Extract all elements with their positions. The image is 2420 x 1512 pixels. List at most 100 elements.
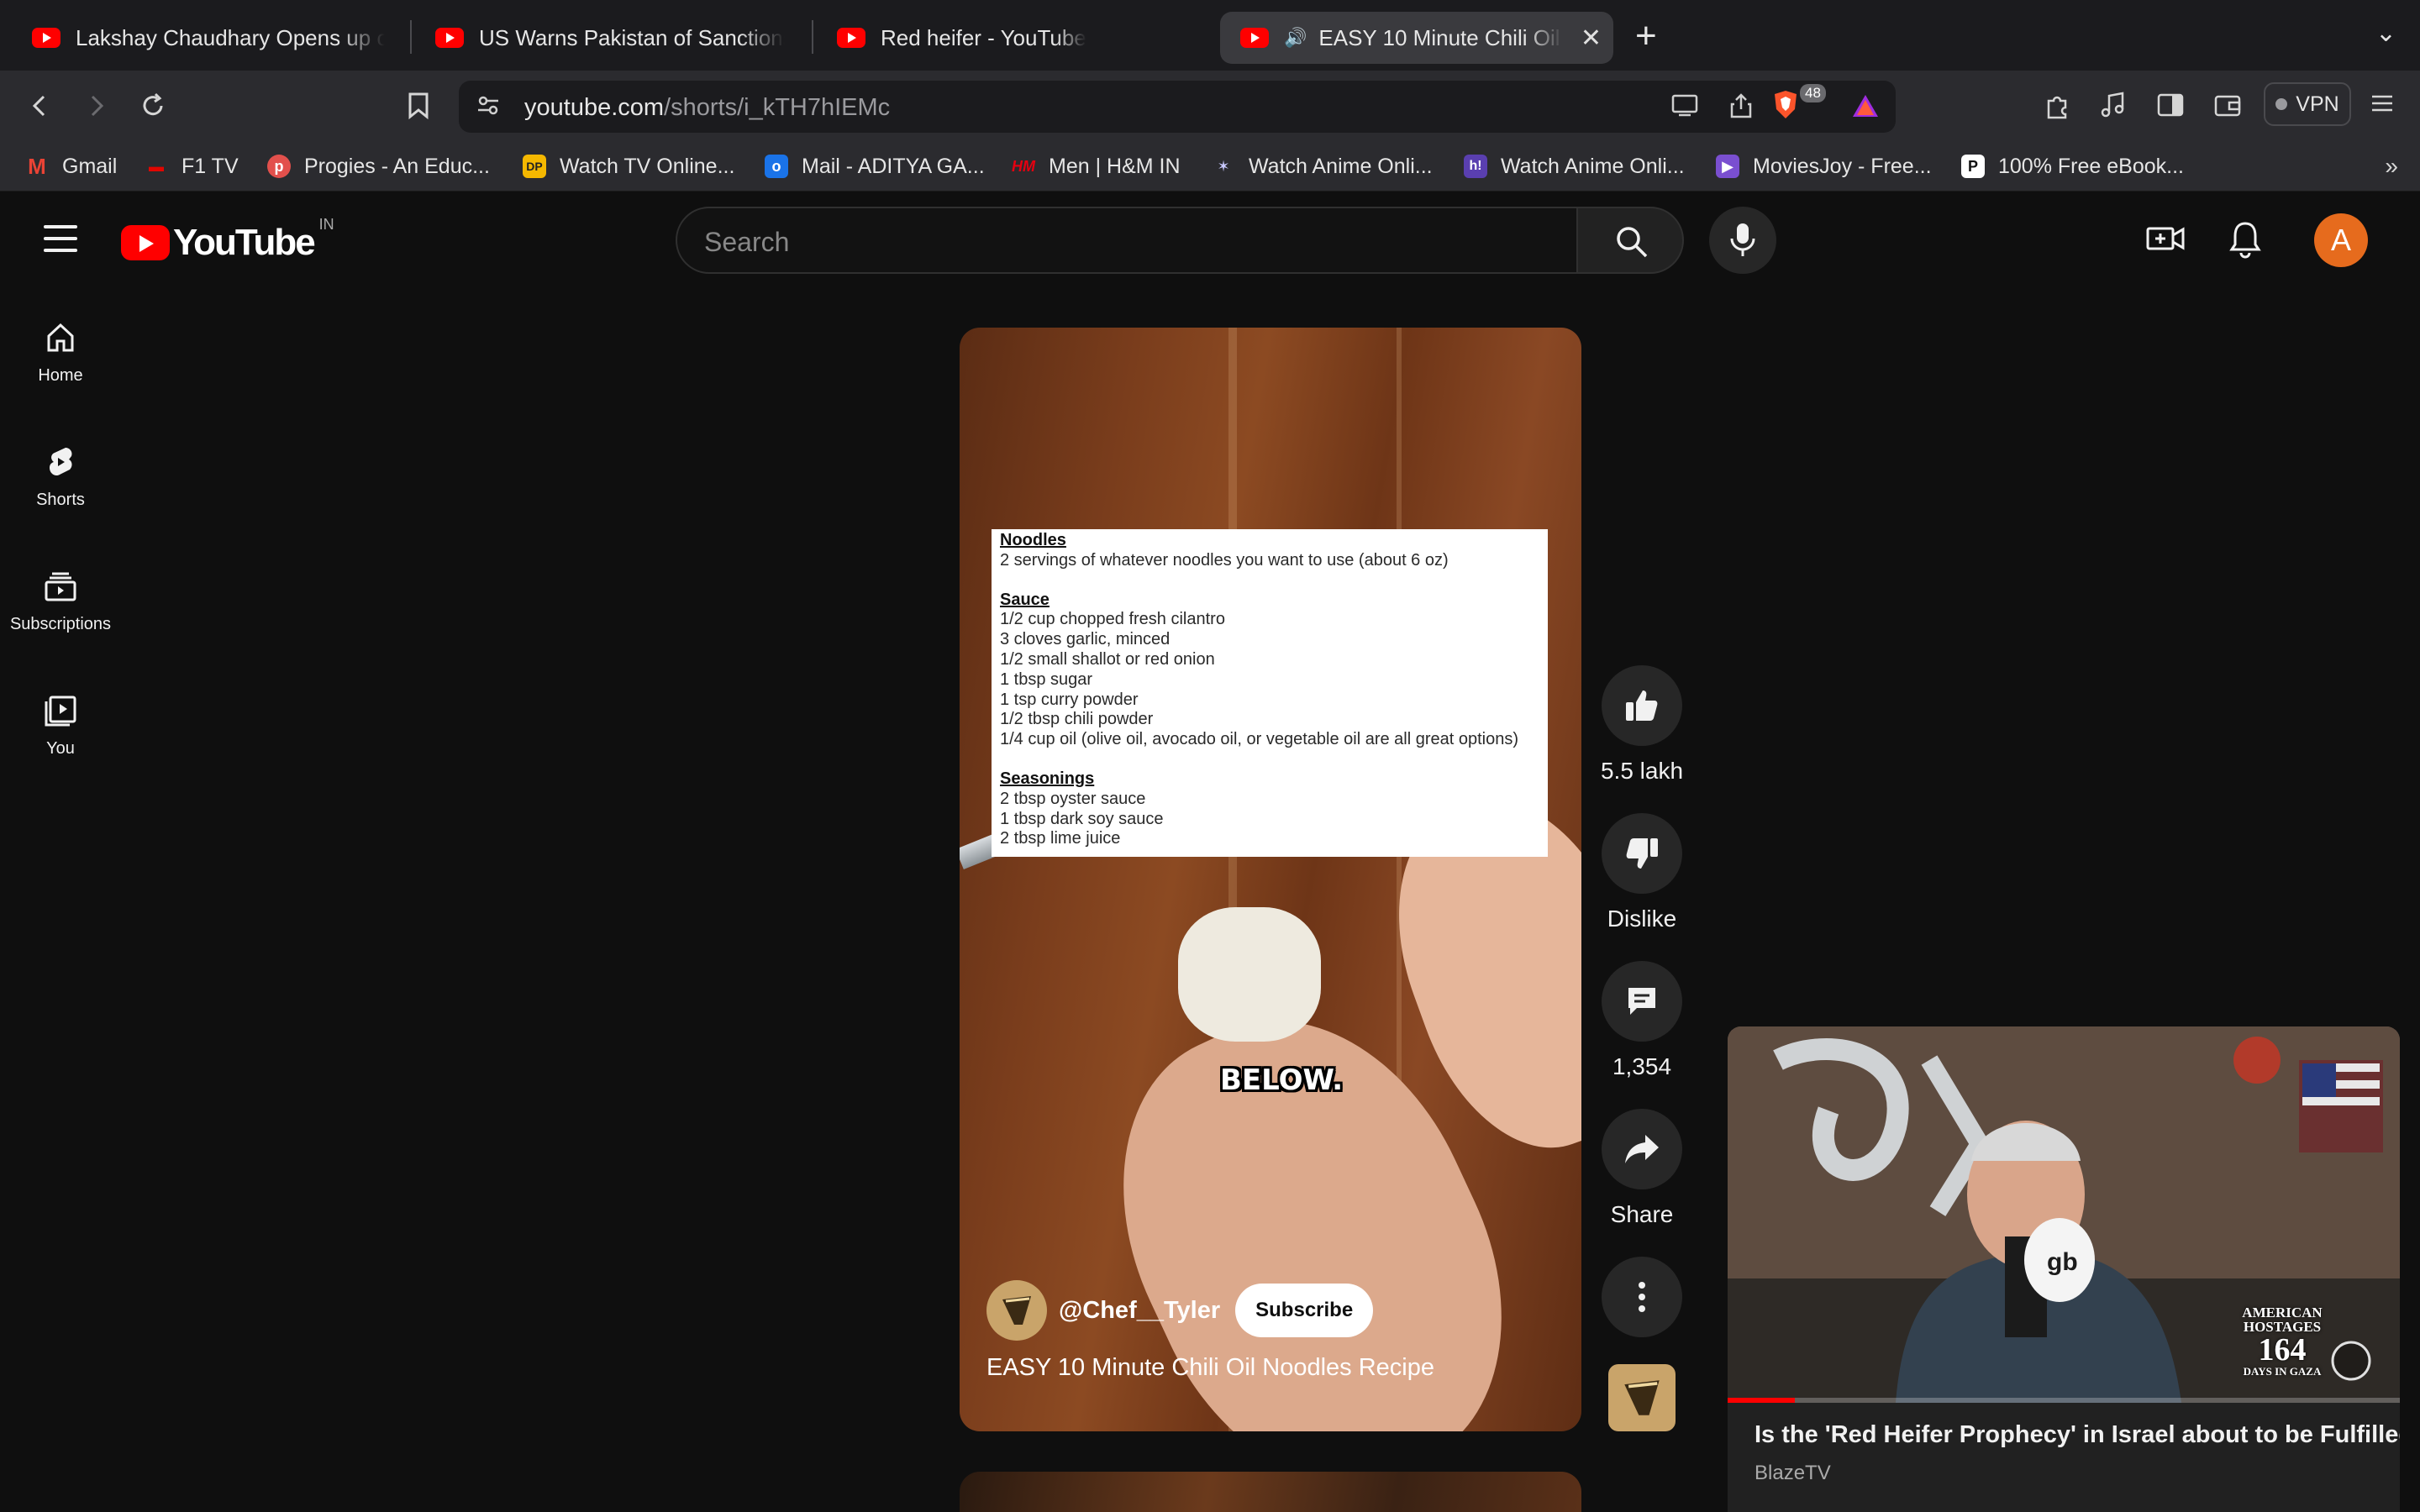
chevron-down-icon[interactable]: ⌄ — [2375, 18, 2396, 48]
guide-item-home[interactable]: Home — [0, 289, 121, 407]
guide-item-subscriptions[interactable]: Subscriptions — [0, 538, 121, 655]
short-title[interactable]: EASY 10 Minute Chili Oil Noodles Recipe — [986, 1354, 1434, 1382]
subscribe-button[interactable]: Subscribe — [1235, 1284, 1374, 1337]
tab-title: Red heifer - YouTube — [881, 24, 1086, 50]
sound-source-avatar[interactable] — [1608, 1364, 1676, 1431]
wallet-icon[interactable] — [2213, 91, 2242, 126]
next-short-preview[interactable] — [960, 1472, 1581, 1512]
browser-tab-3[interactable]: Red heifer - YouTube — [817, 12, 1207, 64]
create-video-icon[interactable] — [2146, 220, 2185, 261]
more-bookmarks-icon[interactable]: » — [2385, 153, 2398, 180]
bookmark-anime-1[interactable]: ✶ Watch Anime Onli... — [1212, 150, 1432, 183]
forward-button[interactable] — [76, 86, 116, 126]
guide-item-you[interactable]: You — [0, 662, 121, 780]
bookmark-moviesjoy[interactable]: ▶ MoviesJoy - Free... — [1716, 150, 1932, 183]
search-button[interactable] — [1576, 207, 1684, 274]
recipe-line: 2 tbsp oyster sauce — [1000, 789, 1146, 808]
vpn-button[interactable]: VPN — [2264, 82, 2351, 126]
mini-player-title[interactable]: Is the 'Red Heifer Prophecy' in Israel a… — [1754, 1421, 2400, 1449]
recipe-line: 1/4 cup oil (olive oil, avocado oil, or … — [1000, 730, 1519, 749]
share-button[interactable] — [1602, 1109, 1682, 1189]
overlay-line1: AMERICAN HOSTAGES — [2242, 1305, 2323, 1335]
mini-player-channel[interactable]: BlazeTV — [1754, 1462, 1831, 1485]
dislike-label: Dislike — [1607, 906, 1677, 932]
brave-shields-icon[interactable] — [1771, 89, 1800, 128]
bookmark-watch-tv[interactable]: DP Watch TV Online... — [523, 150, 734, 183]
mini-player[interactable]: gb AMERICAN HOSTAGES 164 DAYS IN GAZA Is… — [1728, 1026, 2400, 1512]
share-page-icon[interactable] — [1729, 92, 1753, 126]
brave-rewards-icon[interactable] — [1850, 92, 1881, 126]
recipe-line: 1/2 cup chopped fresh cilantro — [1000, 610, 1225, 629]
address-bar[interactable]: youtube.com/shorts/i_kTH7hIEMc 48 — [459, 81, 1896, 133]
dislike-action: Dislike — [1602, 813, 1682, 932]
speaker-icon[interactable]: 🔊 — [1284, 27, 1307, 49]
mini-player-video[interactable]: gb AMERICAN HOSTAGES 164 DAYS IN GAZA — [1728, 1026, 2400, 1403]
bookmark-mail[interactable]: o Mail - ADITYA GA... — [765, 150, 985, 183]
search-placeholder: Search — [704, 227, 790, 257]
mini-player-progress[interactable] — [1728, 1398, 2400, 1403]
dislike-button[interactable] — [1602, 813, 1682, 894]
bookmark-progies[interactable]: p Progies - An Educ... — [267, 150, 490, 183]
notifications-bell-icon[interactable] — [2228, 220, 2262, 263]
browser-tab-2[interactable]: US Warns Pakistan of Sanctions o — [415, 12, 805, 64]
browser-toolbar: youtube.com/shorts/i_kTH7hIEMc 48 VPN — [0, 71, 2420, 141]
bookmark-label: MoviesJoy - Free... — [1753, 154, 1932, 178]
bookmark-label: Gmail — [62, 154, 118, 178]
tab-title: EASY 10 Minute Chili Oil No — [1318, 24, 1563, 50]
recipe-line: 1 tbsp sugar — [1000, 669, 1093, 689]
url-text: youtube.com/shorts/i_kTH7hIEMc — [524, 94, 890, 122]
voice-search-button[interactable] — [1709, 207, 1776, 274]
bookmark-ebook[interactable]: P 100% Free eBook... — [1961, 150, 2184, 183]
youtube-logo[interactable]: YouTube IN — [121, 216, 334, 264]
ebook-icon: P — [1961, 155, 1985, 178]
bookmark-anime-2[interactable]: h! Watch Anime Onli... — [1464, 150, 1685, 183]
like-button[interactable] — [1602, 665, 1682, 746]
bookmark-hm[interactable]: HM Men | H&M IN — [1012, 150, 1181, 183]
close-tab-icon[interactable]: ✕ — [1581, 24, 1602, 53]
sidebar-icon[interactable] — [2156, 91, 2185, 126]
guide-item-shorts[interactable]: Shorts — [0, 413, 121, 531]
youtube-favicon-icon — [1240, 28, 1269, 48]
browser-tab-4-active[interactable]: 🔊 EASY 10 Minute Chili Oil No ✕ — [1220, 12, 1613, 64]
you-icon — [45, 696, 76, 727]
short-video-player[interactable]: Noodles 2 servings of whatever noodles y… — [960, 328, 1581, 1431]
reload-button[interactable] — [133, 86, 173, 126]
recipe-heading: Sauce — [1000, 590, 1050, 609]
guide-menu-icon[interactable] — [44, 225, 77, 252]
music-icon[interactable] — [2099, 91, 2128, 126]
new-tab-button[interactable]: + — [1635, 15, 1657, 57]
recipe-heading: Seasonings — [1000, 769, 1095, 788]
tab-separator — [410, 20, 412, 54]
search-icon — [1617, 227, 1648, 258]
bookmark-f1tv[interactable]: ▬ F1 TV — [145, 150, 239, 183]
search-input[interactable]: Search — [676, 207, 1578, 274]
more-options-button[interactable] — [1602, 1257, 1682, 1337]
bookmark-icon[interactable] — [398, 86, 439, 126]
tab-separator — [812, 20, 813, 54]
home-icon — [47, 323, 74, 352]
channel-avatar[interactable] — [986, 1280, 1047, 1341]
bookmark-gmail[interactable]: M Gmail — [25, 150, 117, 183]
progies-icon: p — [267, 155, 291, 178]
channel-name[interactable]: @Chef__Tyler — [1059, 1297, 1220, 1325]
youtube-header: YouTube IN Search A — [0, 192, 2420, 289]
account-avatar[interactable]: A — [2314, 213, 2368, 267]
cast-icon[interactable] — [1670, 92, 1699, 124]
back-button[interactable] — [20, 86, 60, 126]
garlic-shape — [1178, 907, 1321, 1042]
more-vert-icon — [1639, 1282, 1645, 1312]
extensions-icon[interactable] — [2042, 91, 2072, 128]
menu-icon[interactable] — [2370, 91, 2395, 123]
comments-action: 1,354 — [1602, 961, 1682, 1080]
comments-button[interactable] — [1602, 961, 1682, 1042]
thumbs-up-icon — [1626, 690, 1658, 721]
browser-tab-1[interactable]: Lakshay Chaudhary Opens up on f — [12, 12, 405, 64]
site-settings-icon[interactable] — [476, 92, 501, 124]
overlay-line3: DAYS IN GAZA — [2243, 1365, 2322, 1378]
overlay-number: 164 — [2258, 1332, 2307, 1368]
thumbs-down-icon — [1626, 838, 1658, 869]
recipe-line: 2 tbsp lime juice — [1000, 829, 1121, 848]
recipe-line: 1 tbsp dark soy sauce — [1000, 809, 1164, 828]
url-path: /shorts/i_kTH7hIEMc — [664, 94, 891, 121]
bookmark-label: Progies - An Educ... — [304, 154, 490, 178]
